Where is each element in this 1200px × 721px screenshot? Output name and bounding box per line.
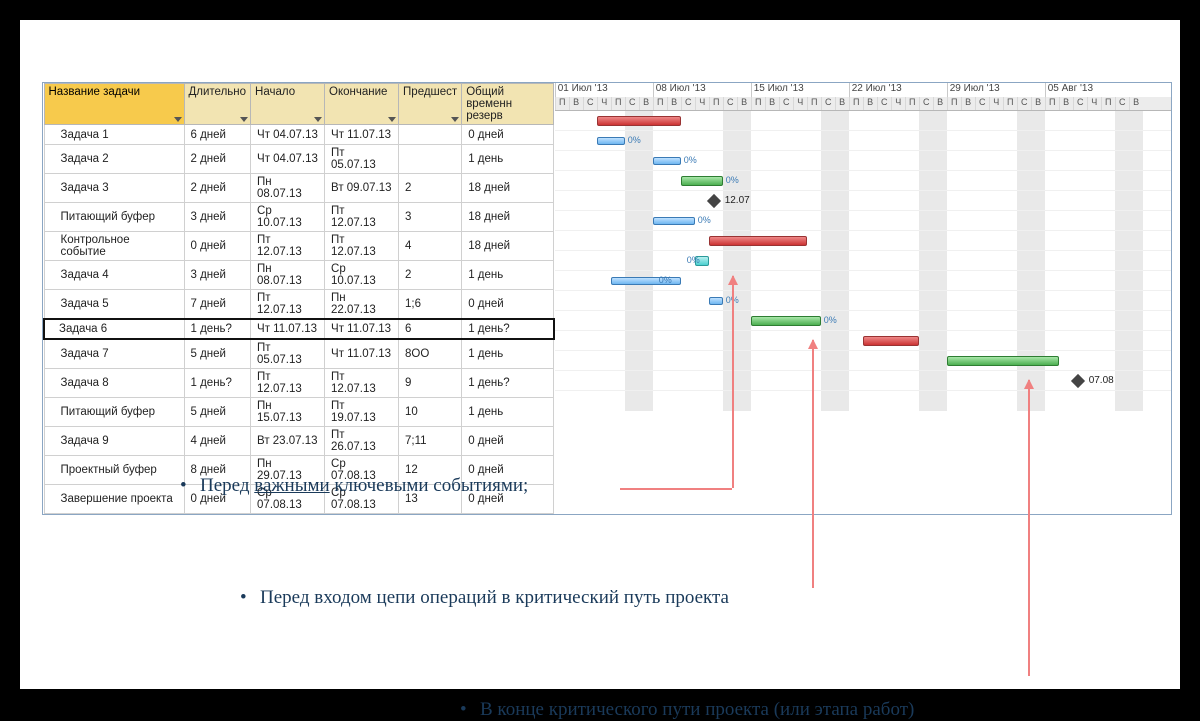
annotation-arrow-1h	[620, 488, 732, 490]
annotation-arrow-1	[732, 276, 734, 488]
annotation-arrow-2	[812, 340, 814, 588]
table-row[interactable]: Задача 16 днейЧт 04.07.13Чт 11.07.130 дн…	[44, 125, 554, 145]
gantt-bar[interactable]	[751, 316, 821, 326]
table-row[interactable]: Задача 75 днейПт 05.07.13Чт 11.07.138ОО1…	[44, 339, 554, 369]
table-row[interactable]: Задача 94 днейВт 23.07.13Пт 26.07.137;11…	[44, 427, 554, 456]
gantt-chart[interactable]: 01 Июл '1308 Июл '1315 Июл '1322 Июл '13…	[555, 83, 1171, 411]
gantt-bar[interactable]	[709, 297, 723, 305]
col-name[interactable]: Название задачи	[44, 84, 184, 125]
table-row[interactable]: Задача 57 днейПт 12.07.13Пн 22.07.131;60…	[44, 290, 554, 320]
dropdown-icon[interactable]	[240, 117, 248, 122]
gantt-bar[interactable]	[681, 176, 723, 186]
ms-project-panel: Название задачи Длительно Начало Окончан…	[42, 82, 1172, 515]
gantt-bar[interactable]	[597, 137, 625, 145]
milestone-icon	[1071, 374, 1085, 388]
milestone-icon	[707, 194, 721, 208]
dropdown-icon[interactable]	[174, 117, 182, 122]
col-pred[interactable]: Предшест	[399, 84, 462, 125]
annotation-arrow-3	[1028, 380, 1030, 676]
col-end[interactable]: Окончание	[325, 84, 399, 125]
annotation-list: Перед важными ключевыми событиями; Перед…	[180, 475, 914, 721]
gantt-body: 0%0%0%12.070%0%0%0%0%07.08	[555, 111, 1171, 411]
dropdown-icon[interactable]	[451, 117, 459, 122]
bullet-1: Перед важными ключевыми событиями;	[180, 475, 914, 497]
gantt-bar[interactable]	[653, 157, 681, 165]
gantt-timeline-header: 01 Июл '1308 Июл '1315 Июл '1322 Июл '13…	[555, 83, 1171, 111]
gantt-bar[interactable]	[597, 116, 681, 126]
table-row[interactable]: Задача 22 днейЧт 04.07.13Пт 05.07.131 де…	[44, 145, 554, 174]
col-duration[interactable]: Длительно	[184, 84, 251, 125]
table-row[interactable]: Задача 81 день?Пт 12.07.13Пт 12.07.1391 …	[44, 369, 554, 398]
gantt-bar[interactable]	[947, 356, 1059, 366]
dropdown-icon[interactable]	[388, 117, 396, 122]
gantt-bar[interactable]	[709, 236, 807, 246]
table-row[interactable]: Задача 32 днейПн 08.07.13Вт 09.07.13218 …	[44, 174, 554, 203]
gantt-bar[interactable]	[653, 217, 695, 225]
col-start[interactable]: Начало	[251, 84, 325, 125]
col-slack[interactable]: Общий временн резерв	[462, 84, 554, 125]
bullet-2: Перед входом цепи операций в критический…	[240, 587, 914, 609]
table-row[interactable]: Задача 43 днейПн 08.07.13Ср 10.07.1321 д…	[44, 261, 554, 290]
table-row[interactable]: Контрольное событие0 днейПт 12.07.13Пт 1…	[44, 232, 554, 261]
slide: Название задачи Длительно Начало Окончан…	[20, 20, 1180, 689]
gantt-bar[interactable]	[863, 336, 919, 346]
table-row[interactable]: Питающий буфер3 днейСр 10.07.13Пт 12.07.…	[44, 203, 554, 232]
bullet-3: В конце критического пути проекта (или э…	[460, 699, 914, 721]
dropdown-icon[interactable]	[314, 117, 322, 122]
table-row[interactable]: Задача 61 день?Чт 11.07.13Чт 11.07.1361 …	[44, 319, 554, 339]
task-table[interactable]: Название задачи Длительно Начало Окончан…	[43, 83, 555, 514]
table-row[interactable]: Питающий буфер5 днейПн 15.07.13Пт 19.07.…	[44, 398, 554, 427]
